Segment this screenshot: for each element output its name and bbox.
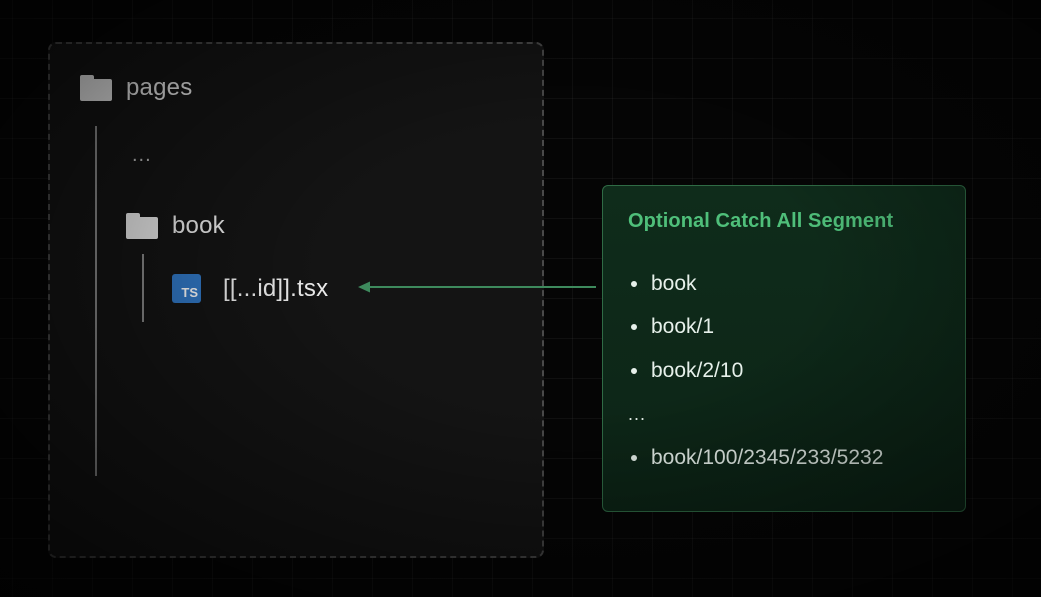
arrowhead-icon (358, 281, 370, 293)
route-text: book/1 (651, 315, 715, 338)
ts-icon-text: TS (181, 285, 198, 300)
tree-item-file: TS [[...id]].tsx (172, 274, 328, 303)
route-item: book/2/10 (631, 359, 743, 383)
typescript-file-icon: TS (172, 274, 201, 303)
folder-label-book: book (172, 212, 225, 239)
info-card: Optional Catch All Segment book book/1 b… (602, 185, 966, 512)
file-label: [[...id]].tsx (223, 274, 329, 302)
tree-guide-line-book (142, 254, 144, 322)
card-title: Optional Catch All Segment (628, 210, 894, 232)
route-item: book/1 (631, 315, 714, 339)
bullet-icon (631, 455, 637, 461)
tree-guide-line-pages (95, 126, 97, 476)
tree-ellipsis: ... (132, 144, 152, 166)
folder-label-pages: pages (126, 74, 193, 101)
bullet-icon (631, 281, 637, 287)
route-text: book/100/2345/233/5232 (651, 446, 884, 469)
tree-item-pages: pages (80, 74, 192, 102)
route-text: book/2/10 (651, 359, 744, 382)
connector-arrow (358, 281, 596, 293)
tree-item-ellipsis: ... (132, 144, 152, 167)
route-item: book/100/2345/233/5232 (631, 446, 883, 470)
route-item: book (631, 272, 697, 296)
tree-item-book: book (126, 212, 225, 240)
folder-icon (126, 213, 158, 239)
bullet-icon (631, 324, 637, 330)
folder-icon (80, 75, 112, 101)
diagram-canvas: pages ... book TS [[...id]].tsx Optional… (0, 0, 1041, 597)
file-tree-panel: pages ... book TS [[...id]].tsx (48, 42, 544, 558)
bullet-icon (631, 368, 637, 374)
card-ellipsis: ... (628, 404, 647, 424)
route-text: book (651, 272, 697, 295)
